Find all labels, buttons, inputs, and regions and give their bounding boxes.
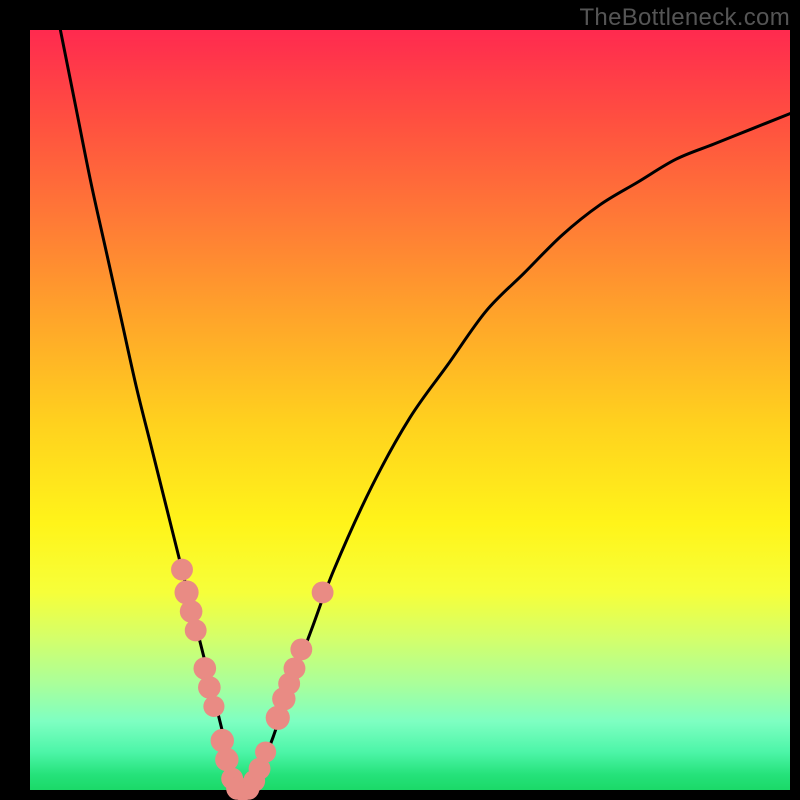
watermark-text: TheBottleneck.com: [579, 4, 790, 32]
data-marker: [290, 638, 312, 660]
data-marker: [255, 741, 276, 762]
data-marker: [203, 696, 224, 717]
data-marker: [312, 581, 334, 603]
bottleneck-curve-svg: [30, 30, 790, 790]
data-marker: [171, 559, 193, 581]
chart-frame: TheBottleneck.com: [0, 0, 800, 800]
bottleneck-curve: [60, 30, 790, 792]
plot-area: [30, 30, 790, 790]
data-marker: [198, 676, 221, 699]
data-marker: [215, 748, 238, 771]
data-marker: [193, 657, 216, 680]
marker-group: [171, 559, 333, 800]
data-marker: [284, 657, 306, 679]
data-marker: [180, 600, 203, 623]
data-marker: [185, 619, 207, 641]
